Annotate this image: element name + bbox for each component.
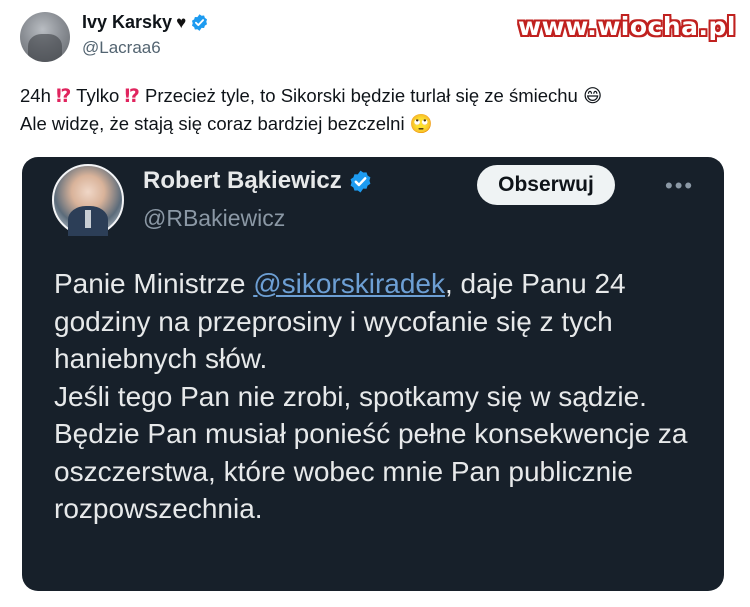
quoted-paragraph-2: Jeśli tego Pan nie zrobi, spotkamy się w… xyxy=(54,380,688,525)
author-block: Ivy Karsky ♥ @Lacraa6 xyxy=(82,12,209,58)
quoted-author-row: Robert Bąkiewicz xyxy=(143,167,373,195)
quoted-avatar[interactable] xyxy=(52,164,124,236)
post-text: 24h ⁉ Tylko ⁉ Przecież tyle, to Sikorski… xyxy=(20,82,730,138)
interrobang-icon: ⁉ xyxy=(56,85,72,106)
verified-badge-icon xyxy=(350,170,371,192)
quoted-paragraph-1: Panie Ministrze @sikorskiradek, daje Pan… xyxy=(54,268,626,374)
laughing-emoji-icon: 😄 xyxy=(583,85,603,106)
interrobang-icon: ⁉ xyxy=(124,85,140,106)
author-handle[interactable]: @Lacraa6 xyxy=(82,38,209,58)
quoted-post[interactable]: Robert Bąkiewicz @RBakiewicz Obserwuj ••… xyxy=(22,157,724,591)
avatar[interactable] xyxy=(20,12,70,62)
quoted-author-handle[interactable]: @RBakiewicz xyxy=(143,205,285,232)
quoted-author-name[interactable]: Robert Bąkiewicz xyxy=(143,167,342,195)
author-name[interactable]: Ivy Karsky xyxy=(82,12,172,34)
author-name-row: Ivy Karsky ♥ xyxy=(82,12,209,34)
watermark: www.wiocha.pl xyxy=(518,12,736,41)
mention-link[interactable]: @sikorskiradek xyxy=(253,268,445,299)
black-heart-icon: ♥ xyxy=(176,13,187,33)
more-options-icon[interactable]: ••• xyxy=(665,173,694,199)
post-line-1: 24h ⁉ Tylko ⁉ Przecież tyle, to Sikorski… xyxy=(20,85,603,106)
post-line-2: Ale widzę, że stają się coraz bardziej b… xyxy=(20,113,433,134)
eye-roll-emoji-icon: 🙄 xyxy=(409,113,433,134)
follow-button[interactable]: Obserwuj xyxy=(477,165,615,205)
post-header: Ivy Karsky ♥ @Lacraa6 xyxy=(20,12,209,62)
quoted-post-text: Panie Ministrze @sikorskiradek, daje Pan… xyxy=(54,265,704,528)
verified-badge-icon xyxy=(192,14,208,32)
